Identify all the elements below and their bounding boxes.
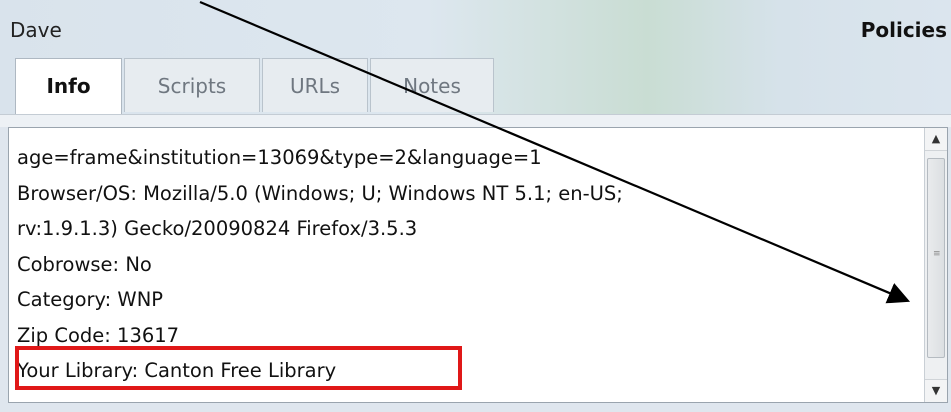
scroll-thumb[interactable]: ≡ xyxy=(927,158,945,358)
grip-icon: ≡ xyxy=(933,249,941,259)
info-line-browser-version: rv:1.9.1.3) Gecko/20090824 Firefox/3.5.3 xyxy=(17,217,418,240)
info-line-category: Category: WNP xyxy=(17,288,164,311)
info-line-page-url: age=frame&institution=13069&type=2&langu… xyxy=(17,146,542,169)
info-panel: age=frame&institution=13069&type=2&langu… xyxy=(8,127,948,403)
tab-info[interactable]: Info xyxy=(15,58,122,115)
vertical-scrollbar[interactable]: ▲ ≡ ▼ xyxy=(924,128,947,402)
chat-user-name: Dave xyxy=(10,18,62,42)
tab-divider xyxy=(0,114,951,127)
tab-scripts[interactable]: Scripts xyxy=(124,58,260,112)
tab-bar: Info Scripts URLs Notes xyxy=(15,58,496,115)
scroll-up-arrow-icon[interactable]: ▲ xyxy=(925,128,947,151)
highlight-box xyxy=(15,346,462,390)
tab-notes[interactable]: Notes xyxy=(370,58,494,112)
tab-urls[interactable]: URLs xyxy=(262,58,368,112)
policies-link[interactable]: Policies xyxy=(861,18,947,42)
info-line-browser-os: Browser/OS: Mozilla/5.0 (Windows; U; Win… xyxy=(17,181,623,205)
info-line-cobrowse: Cobrowse: No xyxy=(17,252,152,276)
scroll-down-arrow-icon[interactable]: ▼ xyxy=(925,379,947,402)
